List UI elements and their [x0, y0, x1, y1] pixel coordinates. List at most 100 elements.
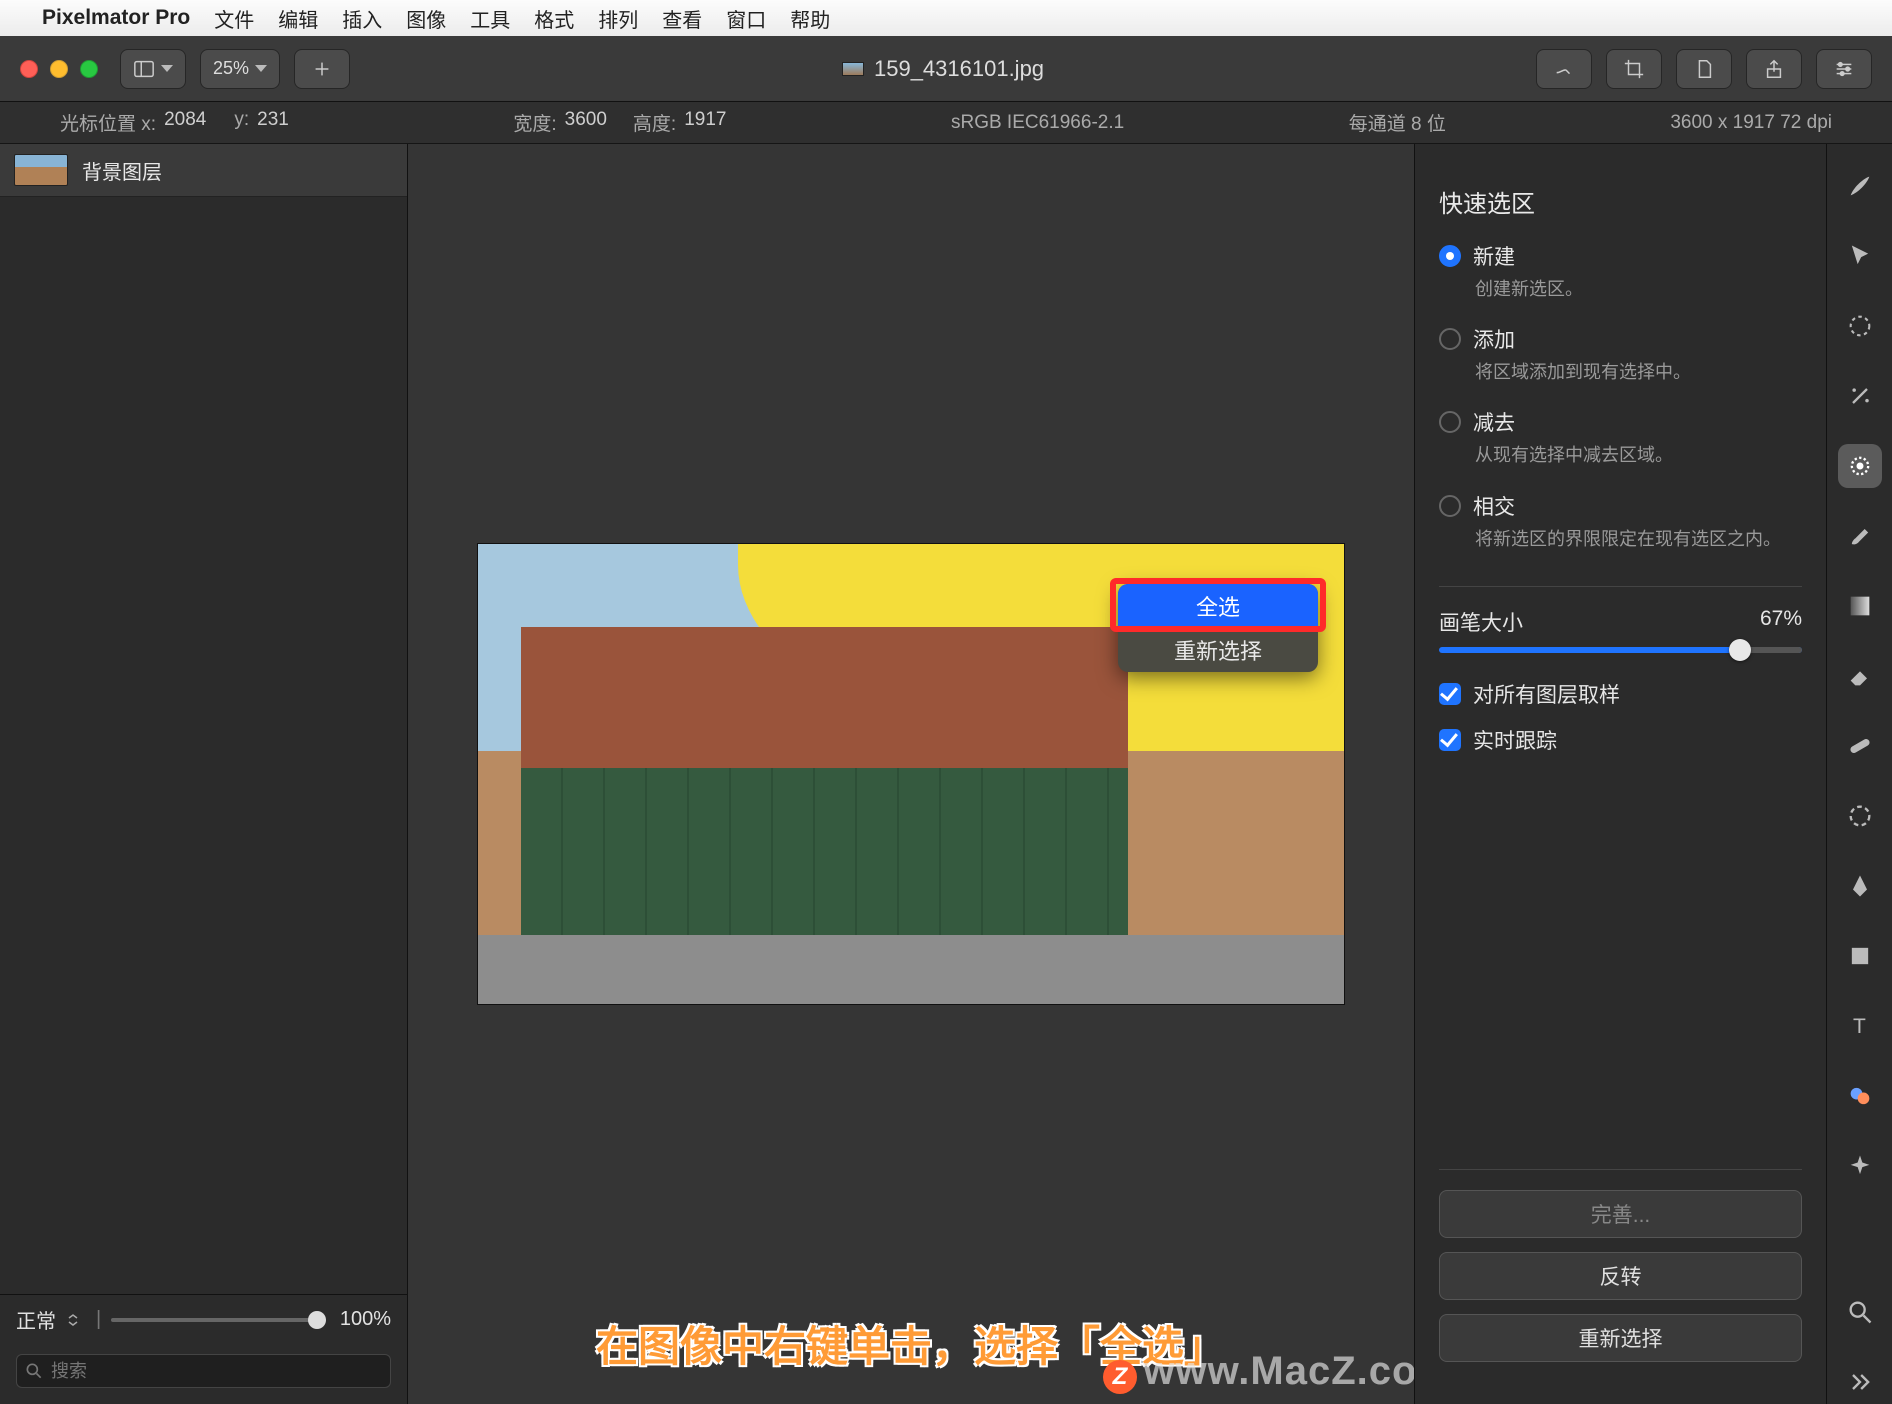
tool-repair[interactable]	[1838, 724, 1882, 768]
tool-more[interactable]	[1838, 1360, 1882, 1404]
height-value: 1917	[684, 109, 726, 136]
opacity-slider[interactable]	[111, 1318, 326, 1322]
tool-quick-selection[interactable]	[1838, 444, 1882, 488]
tool-magic-wand[interactable]	[1838, 374, 1882, 418]
chevron-down-icon	[255, 65, 267, 72]
refine-selection-button[interactable]: 完善...	[1439, 1190, 1802, 1238]
quick-select-icon	[1846, 452, 1874, 480]
opacity-value: 100%	[340, 1308, 391, 1331]
share-icon	[1763, 58, 1785, 80]
chevron-right-double-icon	[1846, 1368, 1874, 1396]
layer-label: 背景图层	[82, 156, 162, 185]
menu-arrange[interactable]: 排列	[598, 4, 638, 33]
selection-mode-subtract[interactable]: 减去 从现有选择中减去区域。	[1439, 407, 1802, 468]
zoom-value: 25%	[213, 58, 249, 79]
sliders-icon	[1833, 58, 1855, 80]
cursor-y-label: y:	[234, 109, 249, 136]
share-button[interactable]	[1746, 49, 1802, 89]
panel-settings-button[interactable]	[1816, 49, 1872, 89]
canvas-area[interactable]: 全选 重新选择 在图像中右键单击，选择「全选」 Zwww.MacZ.com	[408, 144, 1414, 1404]
selection-mode-new[interactable]: 新建 创建新选区。	[1439, 241, 1802, 302]
tool-gradient[interactable]	[1838, 584, 1882, 628]
radio-on-icon	[1439, 245, 1461, 267]
invert-selection-button[interactable]: 反转	[1439, 1252, 1802, 1300]
live-tracking-checkbox[interactable]: 实时跟踪	[1439, 725, 1802, 755]
blend-mode-select[interactable]: 正常	[16, 1305, 56, 1334]
pen-icon	[1846, 872, 1874, 900]
new-doc-button[interactable]	[1676, 49, 1732, 89]
info-status-bar: 光标位置 x: 2084 y: 231 宽度: 3600 高度: 1917 sR…	[0, 102, 1892, 144]
sidebar-layout-button[interactable]	[120, 49, 186, 89]
sample-all-layers-checkbox[interactable]: 对所有图层取样	[1439, 679, 1802, 709]
menu-window[interactable]: 窗口	[726, 4, 766, 33]
tool-marquee[interactable]	[1838, 304, 1882, 348]
crop-icon	[1623, 58, 1645, 80]
tool-color-adjust[interactable]	[1838, 794, 1882, 838]
gradient-icon	[1846, 592, 1874, 620]
minimize-window-button[interactable]	[50, 60, 68, 78]
tool-style[interactable]	[1838, 164, 1882, 208]
svg-text:T: T	[1853, 1015, 1866, 1038]
menu-file[interactable]: 文件	[214, 4, 254, 33]
annotation-highlight-box	[1110, 578, 1326, 632]
layers-footer: 正常 | 100%	[0, 1294, 407, 1404]
square-icon	[1846, 942, 1874, 970]
close-window-button[interactable]	[20, 60, 38, 78]
channel-depth: 每通道 8 位	[1349, 109, 1446, 136]
marquee-icon	[1846, 312, 1874, 340]
menu-image[interactable]: 图像	[406, 4, 446, 33]
tool-paint[interactable]	[1838, 514, 1882, 558]
bandage-icon	[1846, 732, 1874, 760]
inspector-title: 快速选区	[1439, 184, 1802, 219]
fullscreen-window-button[interactable]	[80, 60, 98, 78]
menu-tools[interactable]: 工具	[470, 4, 510, 33]
tool-text[interactable]: T	[1838, 1004, 1882, 1048]
brush-size-slider[interactable]	[1439, 647, 1802, 653]
inspector-panel: 快速选区 新建 创建新选区。 添加 将区域添加到现有选择中。 减去 从现有选择中…	[1414, 144, 1892, 1404]
color-circle-icon	[1846, 802, 1874, 830]
tool-erase[interactable]	[1838, 654, 1882, 698]
menu-help[interactable]: 帮助	[790, 4, 830, 33]
menu-insert[interactable]: 插入	[342, 4, 382, 33]
sparkle-icon	[1846, 1152, 1874, 1180]
app-name[interactable]: Pixelmator Pro	[42, 6, 190, 30]
add-button[interactable]	[294, 49, 350, 89]
document-title-text: 159_4316101.jpg	[874, 56, 1044, 82]
layers-panel: 背景图层 正常 | 100%	[0, 144, 408, 1404]
reselect-button[interactable]: 重新选择	[1439, 1314, 1802, 1362]
tool-effects[interactable]	[1838, 1144, 1882, 1188]
watermark: Zwww.MacZ.com	[1103, 1349, 1414, 1394]
menu-edit[interactable]: 编辑	[278, 4, 318, 33]
layer-thumb-icon	[14, 154, 68, 186]
layers-search-input[interactable]	[16, 1354, 391, 1388]
radio-off-icon	[1439, 328, 1461, 350]
context-menu-reselect[interactable]: 重新选择	[1118, 628, 1318, 672]
brush-icon	[1846, 522, 1874, 550]
tool-pen[interactable]	[1838, 864, 1882, 908]
menu-format[interactable]: 格式	[534, 4, 574, 33]
canvas-image[interactable]: 全选 重新选择	[478, 544, 1344, 1004]
cursor-y-value: 231	[257, 109, 289, 136]
zoom-dropdown[interactable]: 25%	[200, 49, 280, 89]
eraser-icon	[1846, 662, 1874, 690]
color-profile: sRGB IEC61966-2.1	[951, 112, 1124, 134]
brush-size-value: 67%	[1760, 607, 1802, 637]
checkbox-on-icon	[1439, 729, 1461, 751]
color-adjust-button[interactable]	[1536, 49, 1592, 89]
tool-arrange[interactable]	[1838, 234, 1882, 278]
document-thumb-icon	[842, 62, 864, 76]
wand-sparkle-icon	[1846, 382, 1874, 410]
window-toolbar: 25% 159_4316101.jpg	[0, 36, 1892, 102]
height-label: 高度:	[633, 109, 676, 136]
selection-mode-add[interactable]: 添加 将区域添加到现有选择中。	[1439, 324, 1802, 385]
layer-item-background[interactable]: 背景图层	[0, 144, 407, 197]
crop-button[interactable]	[1606, 49, 1662, 89]
tool-color-picker[interactable]	[1838, 1074, 1882, 1118]
search-icon	[24, 1361, 44, 1381]
selection-mode-intersect[interactable]: 相交 将新选区的界限限定在现有选区之内。	[1439, 491, 1802, 552]
tool-shape[interactable]	[1838, 934, 1882, 978]
sidebar-icon	[133, 58, 155, 80]
menu-view[interactable]: 查看	[662, 4, 702, 33]
radio-off-icon	[1439, 495, 1461, 517]
tool-zoom[interactable]	[1838, 1290, 1882, 1334]
